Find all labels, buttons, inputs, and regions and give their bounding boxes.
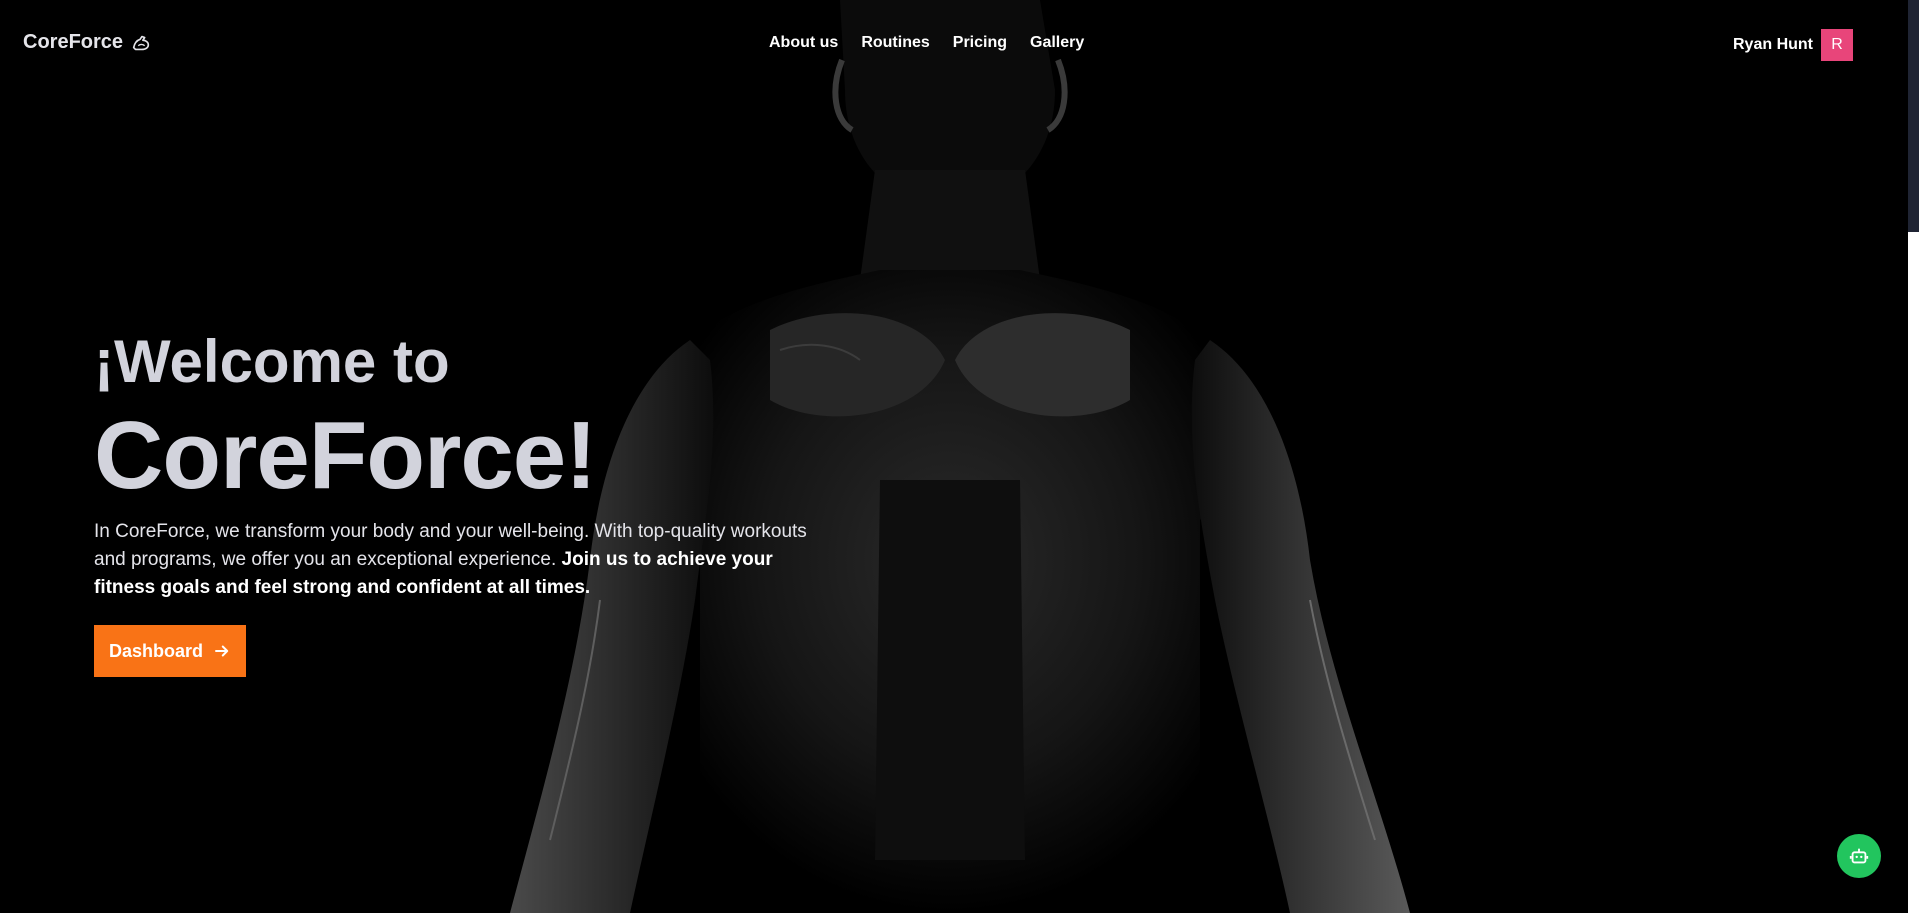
hero-description: In CoreForce, we transform your body and… — [94, 518, 824, 602]
arrow-right-icon — [215, 645, 229, 657]
user-name: Ryan Hunt — [1733, 36, 1813, 53]
logo[interactable]: CoreForce — [23, 31, 152, 54]
flexed-arm-icon — [132, 35, 150, 50]
user-menu[interactable]: Ryan Hunt R — [1733, 29, 1853, 61]
avatar[interactable]: R — [1821, 29, 1853, 61]
logo-text: CoreForce — [23, 31, 124, 53]
nav-gallery[interactable]: Gallery — [1030, 34, 1084, 52]
chat-bot-button[interactable] — [1837, 834, 1881, 878]
nav-pricing[interactable]: Pricing — [953, 34, 1007, 52]
scrollbar-thumb[interactable] — [1908, 0, 1919, 232]
hero-content: ¡Welcome to CoreForce! In CoreForce, we … — [94, 320, 834, 602]
nav-about-us[interactable]: About us — [769, 34, 838, 52]
hero-section: CoreForce About us Routines Pricing Gall… — [0, 0, 1908, 913]
dashboard-button[interactable]: Dashboard — [94, 625, 246, 677]
nav-routines[interactable]: Routines — [861, 34, 929, 52]
hero-welcome-heading: ¡Welcome to — [94, 328, 450, 395]
hero-brand-heading: CoreForce! — [94, 402, 597, 509]
top-navbar: CoreForce About us Routines Pricing Gall… — [0, 0, 1908, 88]
robot-icon — [1849, 848, 1869, 864]
dashboard-button-label: Dashboard — [108, 640, 204, 661]
main-nav: About us Routines Pricing Gallery — [769, 34, 1084, 52]
